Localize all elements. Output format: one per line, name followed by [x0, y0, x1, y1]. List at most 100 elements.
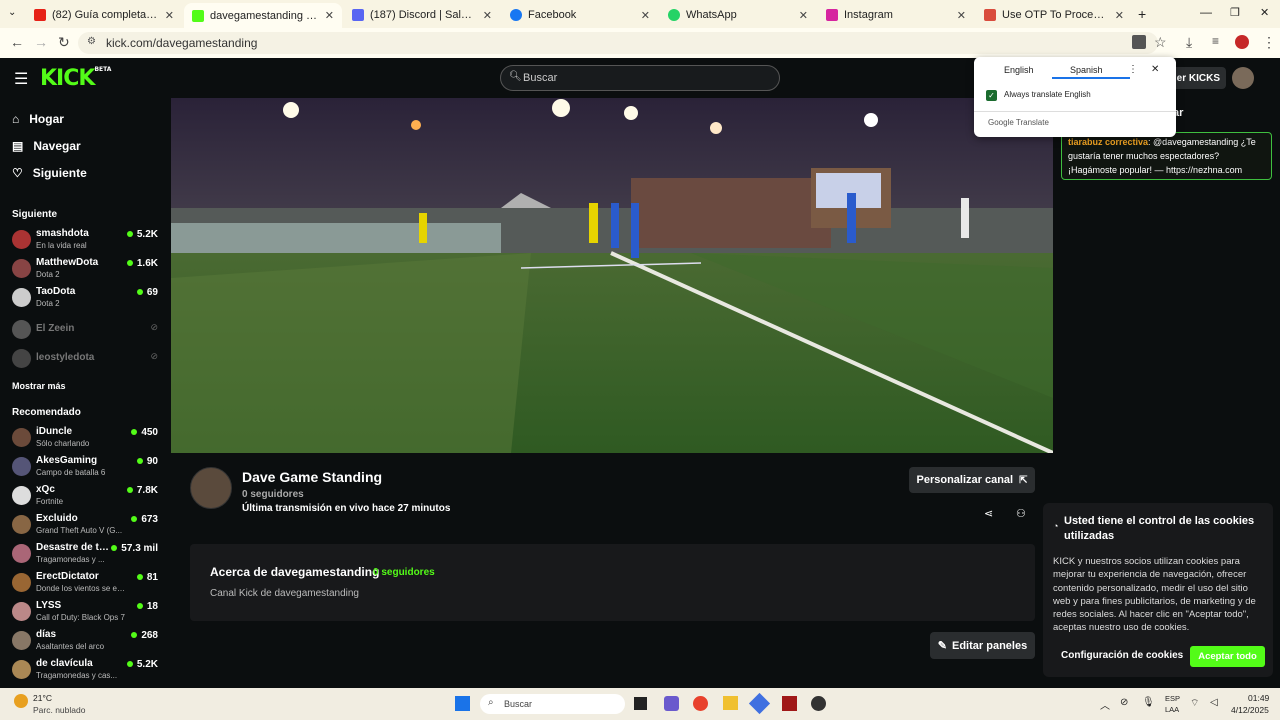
share-icon[interactable]: ⋖ — [984, 507, 993, 520]
sidebar-channel-xqc[interactable]: xQc Fortnite 7.8K — [12, 483, 162, 509]
channel-last-stream: Última transmisión en vivo hace 27 minut… — [242, 503, 451, 514]
close-icon[interactable]: ✕ — [1115, 9, 1124, 22]
kick-logo[interactable]: KICKBETA — [40, 66, 111, 91]
video-player[interactable] — [171, 98, 1053, 453]
clock-date[interactable]: 4/12/2025 — [1231, 705, 1269, 715]
edit-panels-button[interactable]: ✎ Editar paneles — [930, 632, 1035, 659]
sidebar-channel-excluido[interactable]: Excluido Grand Theft Auto V (G... 673 — [12, 512, 162, 538]
chat-message: tiarabuz correctiva: @davegamestanding ¿… — [1061, 132, 1272, 180]
sidebar-channel-desastre[interactable]: Desastre de tr... Tragamonedas y ... 57.3 … — [12, 541, 162, 567]
forward-arrow-icon[interactable]: → — [34, 34, 48, 50]
sidebar-channel-erectdictator[interactable]: ErectDictator Donde los vientos se en... 8… — [12, 570, 162, 596]
task-view-icon[interactable] — [634, 697, 647, 710]
browser-tab-instagram[interactable]: Instagram ✕ — [818, 4, 974, 26]
kebab-menu-icon[interactable]: ⋮ — [1262, 34, 1276, 51]
avatar — [12, 660, 31, 679]
translate-lang-english-tab[interactable]: English — [1004, 65, 1034, 75]
sidebar-channel-taodota[interactable]: TaoDota Dota 2 69 — [12, 285, 162, 311]
translate-close-icon[interactable]: ✕ — [1151, 64, 1159, 75]
browser-tab-youtube[interactable]: (82) Guía completa para ha ✕ — [26, 4, 182, 26]
input-lang-2[interactable]: LAA — [1165, 705, 1179, 714]
wifi-icon[interactable]: ⌔ — [1190, 697, 1199, 710]
close-icon[interactable]: ✕ — [483, 9, 492, 22]
customize-channel-button[interactable]: Personalizar canal ⇱ — [909, 467, 1035, 493]
browser-tab-otp[interactable]: Use OTP To Proceed - chavezz ✕ — [976, 4, 1132, 26]
sidebar-channel-leostyledota[interactable]: leostyledota ⊘ — [12, 346, 162, 372]
sidebar-channel-declavicula[interactable]: de clavícula Tragamonedas y cas... 5.2K — [12, 657, 162, 683]
avatar — [12, 230, 31, 249]
app-icon[interactable] — [748, 692, 771, 715]
windows-start-icon[interactable] — [455, 696, 470, 711]
sidebar-channel-iduncle[interactable]: iDuncle Sólo charlando 450 — [12, 425, 162, 451]
restore-icon[interactable]: ❐ — [1230, 6, 1240, 19]
cookie-settings-button[interactable]: Configuración de cookies — [1061, 650, 1183, 661]
close-icon[interactable]: ✕ — [799, 9, 808, 22]
sidebar-channel-akesgaming[interactable]: AkesGaming Campo de batalla 6 90 — [12, 454, 162, 480]
browser-tab-discord[interactable]: (187) Discord | Sala | dota t ✕ — [344, 4, 500, 26]
network-icon[interactable]: ⊘ — [1120, 697, 1128, 708]
show-more-link[interactable]: Mostrar más — [12, 381, 66, 391]
app-icon[interactable] — [811, 696, 826, 711]
weather-desc[interactable]: Parc. nublado — [33, 705, 85, 715]
search-input[interactable]: 🔍︎ Buscar — [500, 65, 780, 91]
close-icon[interactable]: ✕ — [641, 9, 650, 22]
sidebar-channel-elzeein[interactable]: El Zeein ⊘ — [12, 317, 162, 343]
back-arrow-icon[interactable]: ← — [10, 34, 24, 50]
sidebar-channel-matthewdota[interactable]: MatthewDota Dota 2 1.6K — [12, 256, 162, 282]
taskbar-search[interactable]: ⌕ Buscar — [480, 694, 625, 714]
translate-options-kebab-icon[interactable]: ⋮ — [1128, 64, 1138, 75]
download-icon[interactable]: ⤓ — [1186, 34, 1192, 51]
chat-username[interactable]: tiarabuz correctiva — [1068, 137, 1148, 147]
new-tab-plus-icon[interactable]: + — [1138, 6, 1146, 22]
minimize-icon[interactable]: — — [1200, 5, 1212, 19]
avatar — [12, 288, 31, 307]
window-close-icon[interactable]: ✕ — [1260, 6, 1269, 19]
avatar — [12, 602, 31, 621]
browser-tab-facebook[interactable]: Facebook ✕ — [502, 4, 658, 26]
profile-avatar[interactable] — [1235, 35, 1249, 49]
volume-icon[interactable]: ◁ — [1210, 697, 1218, 708]
address-bar[interactable]: ⚙ kick.com/davegamestanding — [78, 32, 1158, 54]
sidebar-channel-smashdota[interactable]: smashdota En la vida real 5.2K — [12, 227, 162, 253]
chrome-icon[interactable] — [693, 696, 708, 711]
channel-avatar[interactable] — [190, 467, 232, 509]
translate-icon[interactable] — [1132, 35, 1146, 49]
user-avatar[interactable] — [1232, 67, 1254, 89]
hamburger-menu-icon[interactable]: ☰ — [14, 69, 28, 89]
browser-tab-whatsapp[interactable]: WhatsApp ✕ — [660, 4, 816, 26]
recommended-section-title: Recomendado — [12, 407, 81, 418]
browser-tab-kick[interactable]: davegamestanding Stream - W ✕ — [184, 3, 342, 28]
file-explorer-icon[interactable] — [723, 696, 738, 710]
sidebar-channel-lyss[interactable]: LYSS Call of Duty: Black Ops 7 18 — [12, 599, 162, 625]
accept-all-cookies-button[interactable]: Aceptar todo — [1190, 646, 1265, 667]
weather-icon[interactable] — [14, 694, 28, 708]
sidebar-channel-dias[interactable]: días Asaltantes del arco 268 — [12, 628, 162, 654]
always-translate-checkbox[interactable]: ✓ — [986, 90, 997, 101]
whatsapp-icon — [668, 9, 680, 21]
close-icon[interactable]: ✕ — [957, 9, 966, 22]
mail-icon — [984, 9, 996, 21]
chevron-up-icon[interactable]: ︿ — [1100, 697, 1110, 712]
copilot-icon[interactable] — [664, 696, 679, 711]
dota-icon[interactable] — [782, 696, 797, 711]
tab-search-chevron-icon[interactable]: ⌄ — [8, 7, 16, 18]
clock-time[interactable]: 01:49 — [1248, 693, 1269, 703]
close-icon[interactable]: ✕ — [165, 9, 174, 22]
nav-browse[interactable]: ▤ Navegar — [12, 139, 81, 153]
kick-icon — [192, 9, 204, 22]
channel-name[interactable]: Dave Game Standing — [242, 469, 382, 485]
user-settings-icon[interactable]: ⚇ — [1016, 507, 1026, 520]
extensions-icon[interactable]: ≡ — [1212, 34, 1219, 48]
weather-temp[interactable]: 21°C — [33, 693, 52, 703]
close-icon[interactable]: ✕ — [325, 9, 334, 22]
translate-lang-spanish-tab[interactable]: Spanish — [1070, 65, 1103, 75]
site-info-icon[interactable]: ⚙ — [87, 36, 96, 47]
input-lang-1[interactable]: ESP — [1165, 694, 1180, 703]
reload-icon[interactable]: ↻ — [58, 34, 70, 51]
bookmark-star-icon[interactable]: ☆ — [1154, 34, 1167, 51]
always-translate-label: Always translate English — [1004, 90, 1091, 99]
microphone-icon[interactable]: 🎙︎ — [1142, 697, 1155, 708]
nav-home[interactable]: ⌂ Hogar — [12, 112, 64, 126]
pencil-icon: ✎ — [937, 640, 947, 652]
nav-following[interactable]: ♡ Siguiente — [12, 166, 87, 180]
